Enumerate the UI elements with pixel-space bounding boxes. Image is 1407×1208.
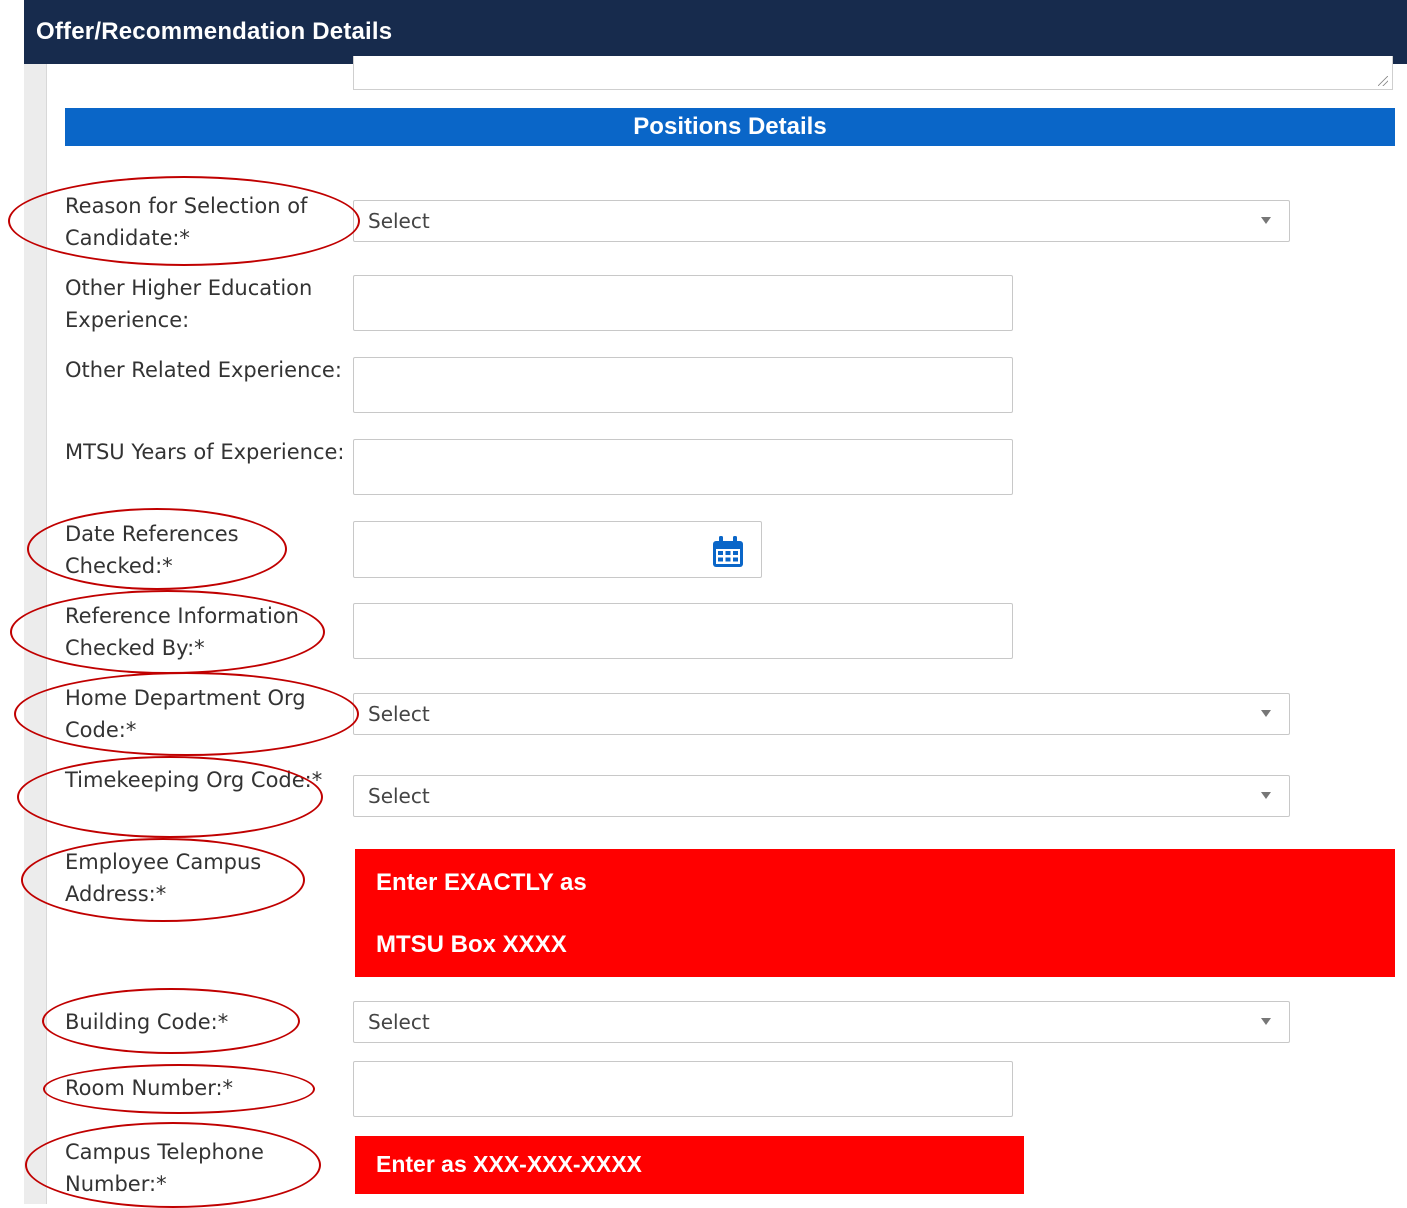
previous-textarea[interactable] <box>353 56 1393 90</box>
address-note-line1: Enter EXACTLY as <box>376 869 587 896</box>
timekeeping-org-select[interactable]: Select <box>353 775 1290 817</box>
address-note-line2: MTSU Box XXXX <box>376 931 567 958</box>
building-code-select[interactable]: Select <box>353 1001 1290 1043</box>
home-dept-org-value: Select <box>368 702 430 726</box>
reference-checked-by-input[interactable] <box>353 603 1013 659</box>
date-references-input[interactable] <box>353 521 762 578</box>
timekeeping-org-label: Timekeeping Org Code:* <box>65 768 323 792</box>
reason-selection-select[interactable]: Select <box>353 200 1290 242</box>
caret-down-icon <box>1261 217 1271 224</box>
campus-address-label: Employee Campus Address:* <box>65 850 262 906</box>
reason-selection-label: Reason for Selection of Candidate:* <box>65 194 308 250</box>
caret-down-icon <box>1261 710 1271 717</box>
other-higher-ed-input[interactable] <box>353 275 1013 331</box>
reference-checked-by-label: Reference Information Checked By:* <box>65 604 299 660</box>
reason-selection-value: Select <box>368 209 430 233</box>
campus-phone-label: Campus Telephone Number:* <box>65 1140 264 1196</box>
caret-down-icon <box>1261 792 1271 799</box>
building-code-value: Select <box>368 1010 430 1034</box>
building-code-label: Building Code:* <box>65 1010 229 1034</box>
other-higher-ed-label: Other Higher Education Experience: <box>65 276 313 332</box>
campus-phone-note: Enter as XXX-XXX-XXXX <box>355 1136 1024 1194</box>
caret-down-icon <box>1261 1018 1271 1025</box>
page-header: Offer/Recommendation Details <box>24 0 1407 64</box>
header-title: Offer/Recommendation Details <box>36 18 393 45</box>
resize-grip-icon[interactable] <box>1378 76 1388 86</box>
room-number-label: Room Number:* <box>65 1076 234 1100</box>
campus-address-note: Enter EXACTLY as MTSU Box XXXX <box>355 849 1395 977</box>
phone-note-text: Enter as XXX-XXX-XXXX <box>376 1151 642 1177</box>
home-dept-org-label: Home Department Org Code:* <box>65 686 306 742</box>
timekeeping-org-value: Select <box>368 784 430 808</box>
mtsu-years-input[interactable] <box>353 439 1013 495</box>
other-related-input[interactable] <box>353 357 1013 413</box>
date-references-label: Date References Checked:* <box>65 522 239 578</box>
room-number-input[interactable] <box>353 1061 1013 1117</box>
other-related-label: Other Related Experience: <box>65 358 342 382</box>
section-header: Positions Details <box>65 108 1395 146</box>
left-gutter <box>24 64 47 1204</box>
mtsu-years-label: MTSU Years of Experience: <box>65 440 345 464</box>
calendar-icon[interactable] <box>710 534 746 570</box>
home-dept-org-select[interactable]: Select <box>353 693 1290 735</box>
